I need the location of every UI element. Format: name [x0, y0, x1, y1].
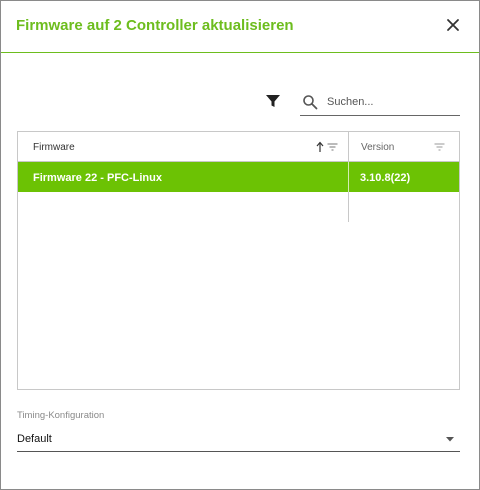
column-divider	[348, 162, 349, 192]
sort-ascending-icon[interactable]	[315, 141, 325, 153]
column-header-firmware[interactable]: Firmware	[18, 132, 348, 162]
column-filter-icon[interactable]	[327, 143, 338, 151]
column-header-version[interactable]: Version	[349, 132, 459, 162]
timing-config-select[interactable]: Default	[17, 427, 460, 452]
firmware-table: Firmware Version Firmware 22 - PFC-Linux…	[17, 131, 460, 390]
column-filter-icon[interactable]	[434, 143, 445, 151]
column-header-label: Version	[361, 142, 395, 153]
search-field[interactable]	[300, 90, 460, 116]
table-row[interactable]: Firmware 22 - PFC-Linux 3.10.8(22)	[18, 162, 459, 192]
close-icon	[447, 19, 459, 31]
filter-icon	[266, 95, 280, 107]
dialog-header: Firmware auf 2 Controller aktualisieren	[1, 1, 479, 53]
firmware-cell: Firmware 22 - PFC-Linux	[33, 172, 162, 184]
close-button[interactable]	[444, 16, 462, 34]
filter-button[interactable]	[265, 93, 281, 109]
dialog-title: Firmware auf 2 Controller aktualisieren	[16, 17, 294, 34]
table-header: Firmware Version	[18, 132, 459, 162]
dropdown-caret-icon	[446, 437, 454, 442]
search-icon	[303, 95, 318, 110]
timing-config-label: Timing-Konfiguration	[17, 410, 105, 421]
column-header-label: Firmware	[33, 142, 75, 153]
timing-config-value: Default	[17, 433, 52, 445]
version-cell: 3.10.8(22)	[360, 172, 411, 184]
search-input[interactable]	[327, 93, 455, 111]
firmware-update-dialog: Firmware auf 2 Controller aktualisieren …	[0, 0, 480, 490]
